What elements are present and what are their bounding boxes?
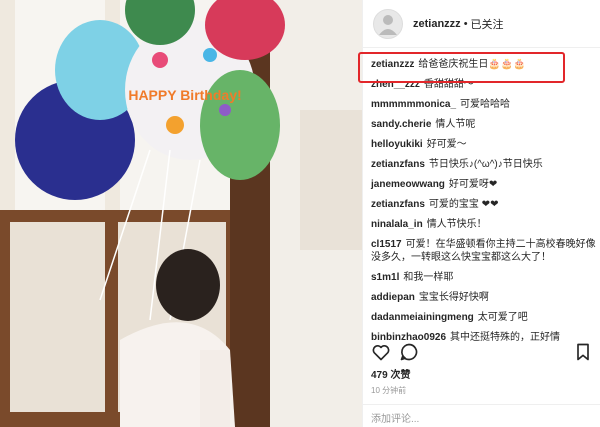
post-username[interactable]: zetianzzz [413, 18, 461, 30]
comment-user[interactable]: s1m1l [371, 272, 399, 283]
comment-text: 宝宝长得好快啊 [418, 292, 489, 303]
comment-user[interactable]: addiepan [371, 292, 415, 303]
bookmark-icon[interactable] [573, 342, 593, 362]
comment-text: 和我一样耶 [403, 272, 454, 283]
like-count[interactable]: 479 次赞 [371, 366, 410, 381]
comment-user[interactable]: sandy.cherie [371, 119, 431, 130]
comment-user[interactable]: janemeowwang [371, 179, 445, 190]
heart-icon[interactable] [371, 342, 391, 362]
list-item: dadanmeiainingmeng 太可爱了吧 [371, 311, 597, 324]
list-item: ninalala_in 情人节快乐！ [371, 218, 597, 231]
comment-user[interactable]: ninalala_in [371, 219, 423, 230]
comment-text: 好可爱～ [426, 139, 467, 150]
comment-user[interactable]: zetianzfans [371, 159, 425, 170]
comment-user[interactable]: helloyukiki [371, 139, 423, 150]
post-time: 10 分钟前 [371, 386, 407, 395]
list-item: janemeowwang 好可爱呀❤ [371, 178, 597, 191]
avatar[interactable] [373, 8, 403, 39]
caption-highlight-box [358, 52, 565, 83]
list-item: mmmmmmonica_ 可爱哈哈哈 [371, 98, 597, 111]
comment-user[interactable]: mmmmmmonica_ [371, 99, 456, 110]
list-item: helloyukiki 好可爱～ [371, 138, 597, 151]
list-item: s1m1l 和我一样耶 [371, 271, 597, 284]
comment-user[interactable]: zetianzfans [371, 199, 425, 210]
comment-text: 太可爱了吧 [477, 312, 528, 323]
list-item: addiepan 宝宝长得好快啊 [371, 291, 597, 304]
add-comment-input[interactable]: 添加评论... [363, 404, 600, 427]
list-item: cl1517 可爱！在华盛顿看你主持二十高校春晚好像没多久，一转眼这么快宝宝都这么… [371, 238, 597, 264]
comment-text: 可爱哈哈哈 [460, 99, 511, 110]
comment-text: 可爱！在华盛顿看你主持二十高校春晚好像没多久，一转眼这么快宝宝都这么大了！ [371, 239, 596, 263]
action-bar [371, 342, 593, 364]
balloon-lettering: HAPPY Birthday! [128, 87, 241, 103]
post-photo: HAPPY Birthday! [0, 0, 362, 427]
list-item: sandy.cherie 情人节呢 [371, 118, 597, 131]
comment-text: 好可爱呀❤ [448, 179, 498, 190]
comment-text: 情人节快乐！ [426, 219, 487, 230]
list-item: zetianzfans 可爱的宝宝 ❤❤ [371, 198, 597, 211]
photo-illustration: HAPPY Birthday! [0, 0, 362, 427]
header-separator: • [463, 17, 468, 30]
post-header: zetianzzz • 已关注 [363, 0, 600, 48]
comment-list: zetianzzz 给爸爸庆祝生日🎂🎂🎂 zhen__zzz 香甜甜甜～ mmmmm… [371, 58, 597, 351]
comment-text: 情人节呢 [435, 119, 476, 130]
list-item: zetianzfans 节日快乐♪(^ω^)♪节日快乐 [371, 158, 597, 171]
comment-user[interactable]: dadanmeiainingmeng [371, 312, 474, 323]
follow-status[interactable]: 已关注 [471, 16, 504, 32]
comment-text: 可爱的宝宝 ❤❤ [428, 199, 499, 210]
comment-user[interactable]: cl1517 [371, 239, 402, 250]
comment-text: 节日快乐♪(^ω^)♪节日快乐 [428, 159, 543, 170]
avatar-icon [379, 14, 397, 35]
comment-icon[interactable] [399, 342, 419, 362]
